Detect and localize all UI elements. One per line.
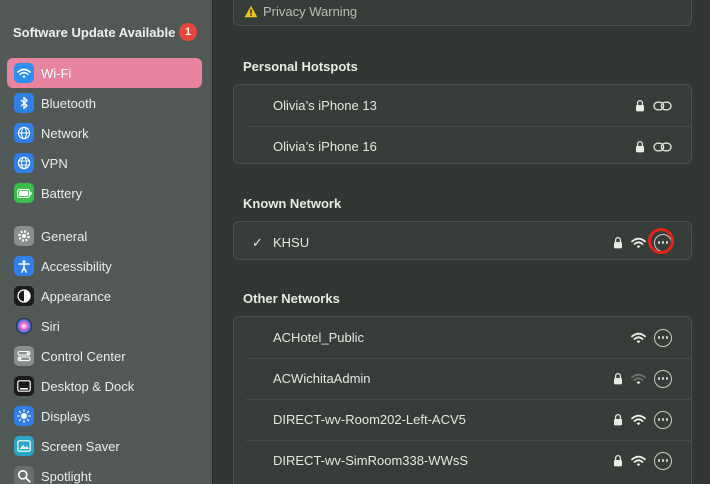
siri-icon [14, 316, 34, 336]
other-networks-title: Other Networks [243, 291, 340, 306]
wifi-icon [631, 237, 646, 249]
lock-icon [613, 372, 623, 385]
displays-icon [14, 406, 34, 426]
gear-icon [14, 226, 34, 246]
sidebar-item-battery[interactable]: Battery [7, 178, 202, 208]
personal-hotspots-title: Personal Hotspots [243, 59, 358, 74]
lock-icon [613, 454, 623, 467]
software-update-row[interactable]: Software Update Available 1 [13, 22, 199, 42]
link-icon[interactable] [653, 100, 672, 112]
other-networks-group: ACHotel_Public ACWichitaAdmin DIRECT-wv-Ro… [233, 316, 692, 484]
update-count-badge: 1 [179, 23, 197, 41]
sidebar-item-label: Network [41, 125, 89, 141]
warning-icon [244, 5, 258, 18]
wifi-icon [631, 455, 646, 467]
sidebar-item-displays[interactable]: Displays [7, 401, 202, 431]
network-status-icons [623, 317, 672, 358]
control-center-icon [14, 346, 34, 366]
personal-hotspots-group: Olivia’s iPhone 13 Olivia’s iPhone 16 [233, 84, 692, 164]
sidebar-item-label: Control Center [41, 348, 126, 364]
spotlight-icon [14, 466, 34, 484]
sidebar-item-wi-fi[interactable]: Wi-Fi [7, 58, 202, 88]
sidebar-item-network[interactable]: Network [7, 118, 202, 148]
network-name: ACHotel_Public [273, 330, 365, 345]
sidebar-item-control-center[interactable]: Control Center [7, 341, 202, 371]
software-update-label: Software Update Available [13, 24, 176, 40]
sidebar-item-label: Displays [41, 408, 91, 424]
sidebar-item-general[interactable]: General [7, 221, 202, 251]
network-status-icons [627, 126, 672, 167]
sidebar-item-accessibility[interactable]: Accessibility [7, 251, 202, 281]
wifi-icon [14, 63, 34, 83]
sidebar-item-label: General [41, 228, 88, 244]
dock-icon [14, 376, 34, 396]
privacy-warning-group: Privacy Warning [233, 0, 692, 26]
network-status-icons [605, 440, 672, 481]
sidebar-item-desktop-dock[interactable]: Desktop & Dock [7, 371, 202, 401]
known-network-title: Known Network [243, 196, 342, 211]
sidebar-item-label: Desktop & Dock [41, 378, 135, 394]
network-name: DIRECT-wv-Room202-Left-ACV5 [273, 412, 466, 427]
sidebar-item-screen-saver[interactable]: Screen Saver [7, 431, 202, 461]
sidebar-item-label: Siri [41, 318, 60, 334]
network-name: Olivia’s iPhone 13 [273, 98, 377, 113]
more-icon[interactable] [654, 451, 672, 470]
sidebar: Software Update Available 1 Wi-Fi Bluetoo… [0, 0, 213, 484]
sidebar-item-label: Battery [41, 185, 83, 201]
lock-icon [635, 140, 645, 153]
sidebar-item-label: Spotlight [41, 468, 92, 484]
sidebar-item-label: Wi-Fi [41, 65, 72, 81]
privacy-warning-text: Privacy Warning [263, 4, 358, 19]
wifi-weak-icon [631, 373, 646, 385]
network-row[interactable]: ACHotel_Public [234, 317, 691, 358]
network-row[interactable]: ACWichitaAdmin [234, 358, 691, 399]
sidebar-item-vpn[interactable]: VPN [7, 148, 202, 178]
sidebar-item-siri[interactable]: Siri [7, 311, 202, 341]
network-status-icons [605, 399, 672, 440]
bluetooth-icon [14, 93, 34, 113]
vpn-icon [14, 153, 34, 173]
lock-icon [613, 413, 623, 426]
network-name: KHSU [273, 235, 310, 250]
network-status-icons [605, 358, 672, 399]
sidebar-item-spotlight[interactable]: Spotlight [7, 461, 202, 484]
sidebar-item-appearance[interactable]: Appearance [7, 281, 202, 311]
accessibility-icon [14, 256, 34, 276]
screen-saver-icon [14, 436, 34, 456]
privacy-warning[interactable]: Privacy Warning [244, 4, 357, 19]
network-row[interactable]: DIRECT-wv-SimRoom338-WWsS [234, 440, 691, 481]
more-icon[interactable] [654, 369, 672, 388]
wifi-icon [631, 332, 646, 344]
network-row[interactable]: ✓ KHSU [234, 222, 691, 263]
sidebar-item-label: Screen Saver [41, 438, 120, 454]
more-icon[interactable] [654, 328, 672, 347]
wifi-settings-pane: Privacy Warning Personal Hotspots Olivia… [213, 0, 710, 484]
known-network-group: ✓ KHSU [233, 221, 692, 260]
connected-checkmark: ✓ [252, 234, 263, 250]
globe-icon [14, 123, 34, 143]
network-name: Olivia’s iPhone 16 [273, 139, 377, 154]
sidebar-item-label: Accessibility [41, 258, 112, 274]
sidebar-item-label: Appearance [41, 288, 112, 304]
appearance-icon [14, 286, 34, 306]
network-name: DIRECT-wv-SimRoom338-WWsS [273, 453, 469, 468]
more-icon[interactable] [648, 227, 674, 254]
link-icon[interactable] [653, 141, 672, 153]
sidebar-item-bluetooth[interactable]: Bluetooth [7, 88, 202, 118]
battery-icon [14, 183, 34, 203]
lock-icon [635, 99, 645, 112]
network-name: ACWichitaAdmin [273, 371, 371, 386]
network-row[interactable]: Olivia’s iPhone 16 [234, 126, 691, 167]
sidebar-item-label: Bluetooth [41, 95, 96, 111]
network-status-icons [627, 85, 672, 126]
more-icon[interactable] [654, 410, 672, 429]
wifi-icon [631, 414, 646, 426]
network-row[interactable]: DIRECT-wv-Room202-Left-ACV5 [234, 399, 691, 440]
sidebar-item-label: VPN [41, 155, 68, 171]
lock-icon [613, 236, 623, 249]
network-status-icons [605, 222, 674, 263]
network-row[interactable]: Olivia’s iPhone 13 [234, 85, 691, 126]
